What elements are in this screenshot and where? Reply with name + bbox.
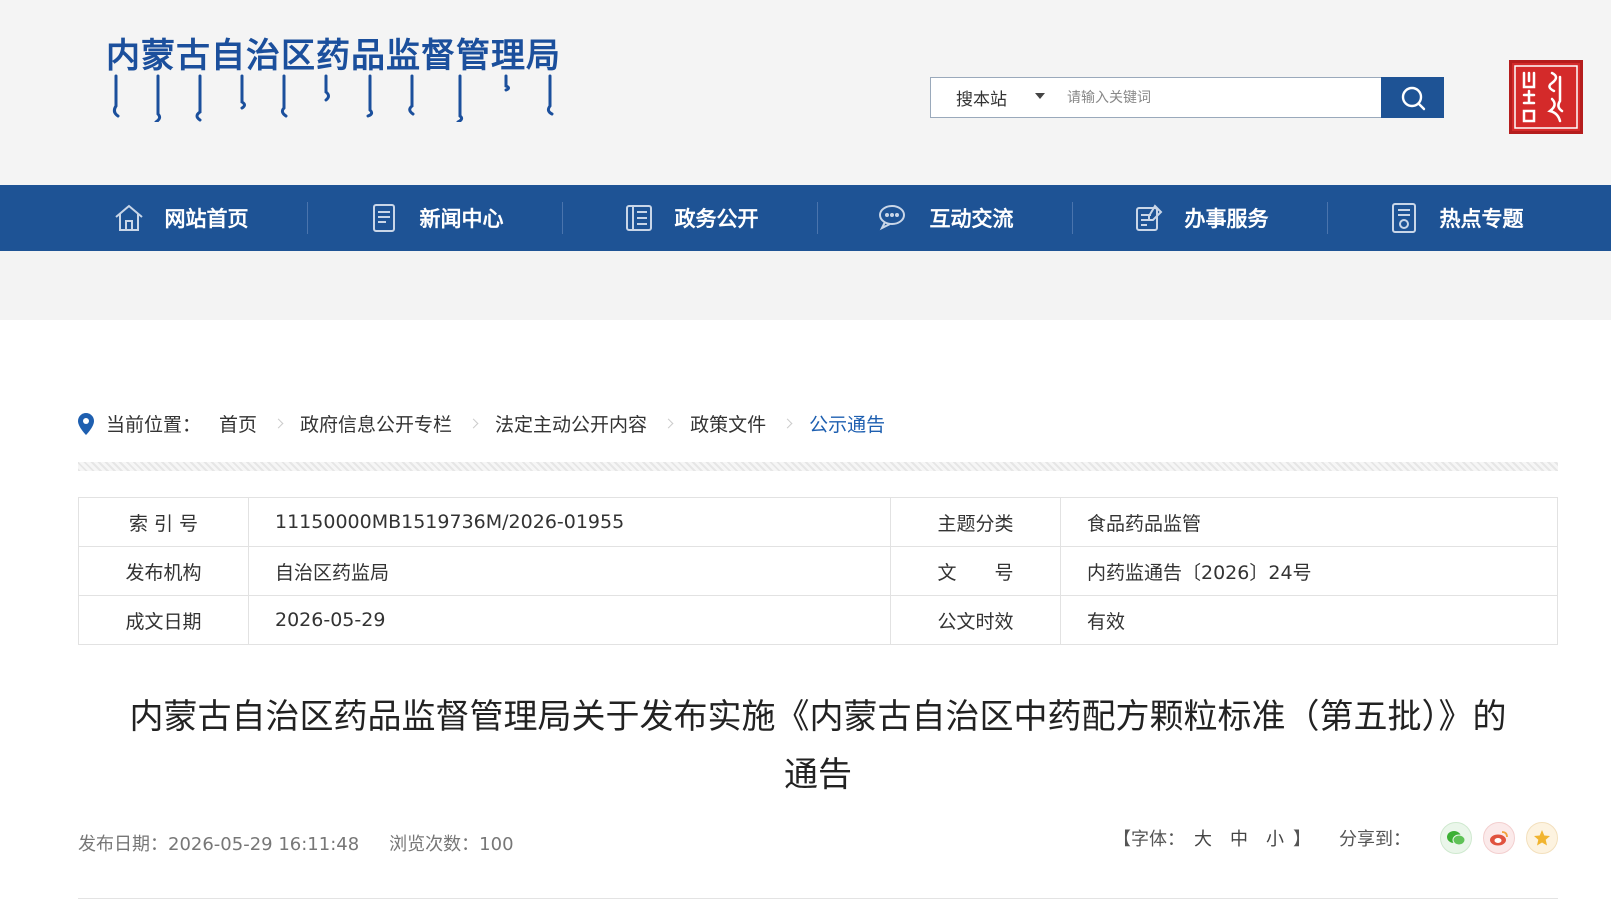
font-size-medium-button[interactable]: 中 — [1230, 825, 1248, 851]
main-nav: 网站首页 新闻中心 政务公开 互动交流 办事服务 热点专题 — [0, 185, 1611, 251]
meta-key: 索 引 号 — [78, 497, 249, 547]
mongolian-script-logo — [112, 74, 554, 122]
meta-key: 发布机构 — [78, 546, 249, 596]
font-size-small-button[interactable]: 小 — [1266, 825, 1284, 851]
article-info: 发布日期：2026-05-29 16:11:48 浏览次数：100 — [78, 830, 514, 856]
meta-value: 11150000MB1519736M/2026-01955 — [248, 497, 891, 547]
article-title-line-1: 内蒙古自治区药品监督管理局关于发布实施《内蒙古自治区中药配方颗粒标准（第五批）》… — [129, 697, 1507, 737]
table-row: 索 引 号 11150000MB1519736M/2026-01955 主题分类… — [78, 497, 1558, 547]
breadcrumb-policy-docs[interactable]: 政策文件 — [690, 410, 766, 437]
meta-value: 食品药品监管 — [1060, 497, 1558, 547]
seal-emblem[interactable] — [1509, 60, 1583, 134]
search-icon — [1401, 86, 1425, 110]
location-pin-icon — [78, 412, 94, 435]
meta-key: 主题分类 — [890, 497, 1061, 547]
nav-item-label: 热点专题 — [1439, 207, 1524, 231]
nav-item-label: 政务公开 — [674, 207, 759, 231]
share-label: 分享到： — [1339, 829, 1411, 850]
table-row: 发布机构 自治区药监局 文 号 内药监通告〔2026〕24号 — [78, 546, 1558, 596]
publish-date: 发布日期：2026-05-29 16:11:48 — [78, 834, 360, 855]
meta-value: 2026-05-29 — [248, 595, 891, 645]
meta-value: 有效 — [1060, 595, 1558, 645]
nav-item-home[interactable]: 网站首页 — [52, 185, 307, 251]
meta-value: 自治区药监局 — [248, 546, 891, 596]
search-scope-select[interactable]: 搜本站 — [931, 78, 1059, 117]
site-header: 内蒙古自治区药品监督管理局 搜本站 — [0, 0, 1611, 185]
home-icon — [111, 200, 147, 236]
government-affairs-icon — [621, 200, 657, 236]
font-size-label-close: 】 — [1293, 829, 1311, 850]
nav-item-services[interactable]: 办事服务 — [1072, 185, 1327, 251]
divider — [78, 898, 1558, 899]
search-button[interactable] — [1381, 77, 1444, 118]
caret-down-icon — [1035, 93, 1045, 99]
nav-item-label: 办事服务 — [1184, 207, 1269, 231]
breadcrumb-statutory-content[interactable]: 法定主动公开内容 — [495, 410, 647, 437]
font-size-large-button[interactable]: 大 — [1194, 825, 1212, 851]
meta-key: 公文时效 — [890, 595, 1061, 645]
breadcrumb-gov-info-column[interactable]: 政府信息公开专栏 — [300, 410, 452, 437]
nav-item-label: 网站首页 — [164, 207, 249, 231]
breadcrumb-notices[interactable]: 公示通告 — [809, 410, 885, 437]
meta-value: 内药监通告〔2026〕24号 — [1060, 546, 1558, 596]
article-title-line-2: 通告 — [784, 755, 852, 795]
nav-item-news[interactable]: 新闻中心 — [307, 185, 562, 251]
nav-item-label: 互动交流 — [929, 207, 1014, 231]
nav-item-label: 新闻中心 — [419, 207, 504, 231]
search-input[interactable] — [1067, 83, 1367, 112]
chevron-right-icon — [663, 418, 674, 429]
table-row: 成文日期 2026-05-29 公文时效 有效 — [78, 595, 1558, 645]
nav-item-interaction[interactable]: 互动交流 — [817, 185, 1072, 251]
qzone-share-icon[interactable] — [1526, 822, 1558, 854]
site-search: 搜本站 — [930, 77, 1444, 118]
site-logo-title[interactable]: 内蒙古自治区药品监督管理局 — [106, 28, 561, 77]
meta-key: 成文日期 — [78, 595, 249, 645]
article-content: 当前位置： 首页 政府信息公开专栏 法定主动公开内容 政策文件 公示通告 索 引… — [0, 320, 1611, 906]
weibo-share-icon[interactable] — [1483, 822, 1515, 854]
service-icon — [1131, 200, 1167, 236]
meta-key: 文 号 — [890, 546, 1061, 596]
topic-icon — [1386, 200, 1422, 236]
divider-stripe — [78, 462, 1558, 471]
news-icon — [366, 200, 402, 236]
font-size-label: 【字体： — [1113, 829, 1185, 850]
nav-item-hot-topics[interactable]: 热点专题 — [1327, 185, 1582, 251]
chevron-right-icon — [468, 418, 479, 429]
seal-pattern-icon — [1514, 65, 1578, 129]
breadcrumb-label: 当前位置： — [106, 414, 202, 436]
breadcrumb: 当前位置： 首页 政府信息公开专栏 法定主动公开内容 政策文件 公示通告 — [78, 410, 885, 437]
view-count: 浏览次数：100 — [389, 834, 514, 855]
breadcrumb-home[interactable]: 首页 — [219, 410, 257, 437]
chevron-right-icon — [782, 418, 793, 429]
wechat-share-icon[interactable] — [1440, 822, 1472, 854]
chevron-right-icon — [273, 418, 284, 429]
article-tools: 【字体： 大 中 小 】 分享到： — [1113, 822, 1558, 854]
search-scope-label: 搜本站 — [956, 90, 1007, 110]
nav-item-government-affairs[interactable]: 政务公开 — [562, 185, 817, 251]
chat-icon — [876, 200, 912, 236]
document-metadata-table: 索 引 号 11150000MB1519736M/2026-01955 主题分类… — [78, 497, 1558, 645]
article-title: 内蒙古自治区药品监督管理局关于发布实施《内蒙古自治区中药配方颗粒标准（第五批）》… — [78, 688, 1558, 804]
